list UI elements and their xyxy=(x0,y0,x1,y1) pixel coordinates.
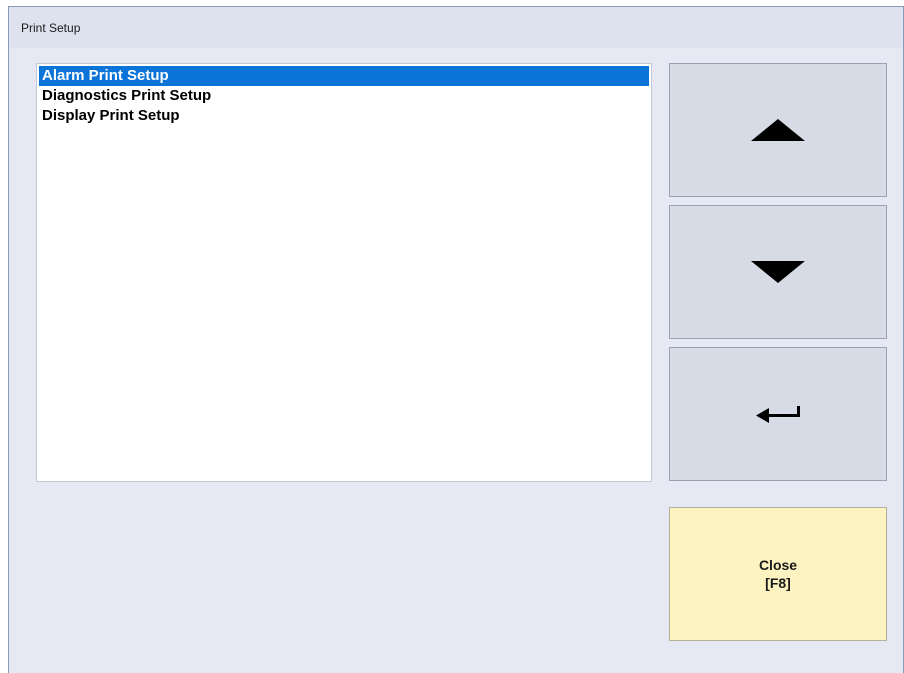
print-setup-list[interactable]: Alarm Print Setup Diagnostics Print Setu… xyxy=(36,63,652,482)
close-button-shortcut: [F8] xyxy=(765,575,791,591)
print-setup-window: Print Setup Alarm Print Setup Diagnostic… xyxy=(8,6,904,673)
list-item-diagnostics-print-setup[interactable]: Diagnostics Print Setup xyxy=(39,86,649,106)
scroll-down-button[interactable] xyxy=(669,205,887,339)
triangle-up-icon xyxy=(751,119,805,141)
enter-button[interactable] xyxy=(669,347,887,481)
window-title: Print Setup xyxy=(21,21,81,35)
scroll-up-button[interactable] xyxy=(669,63,887,197)
triangle-down-icon xyxy=(751,261,805,283)
close-button-label: Close xyxy=(758,557,798,573)
list-item-display-print-setup[interactable]: Display Print Setup xyxy=(39,106,649,126)
close-button[interactable]: Close [F8] xyxy=(669,507,887,641)
title-bar: Print Setup xyxy=(9,7,903,48)
enter-arrow-icon xyxy=(756,406,800,423)
list-item-alarm-print-setup[interactable]: Alarm Print Setup xyxy=(39,66,649,86)
